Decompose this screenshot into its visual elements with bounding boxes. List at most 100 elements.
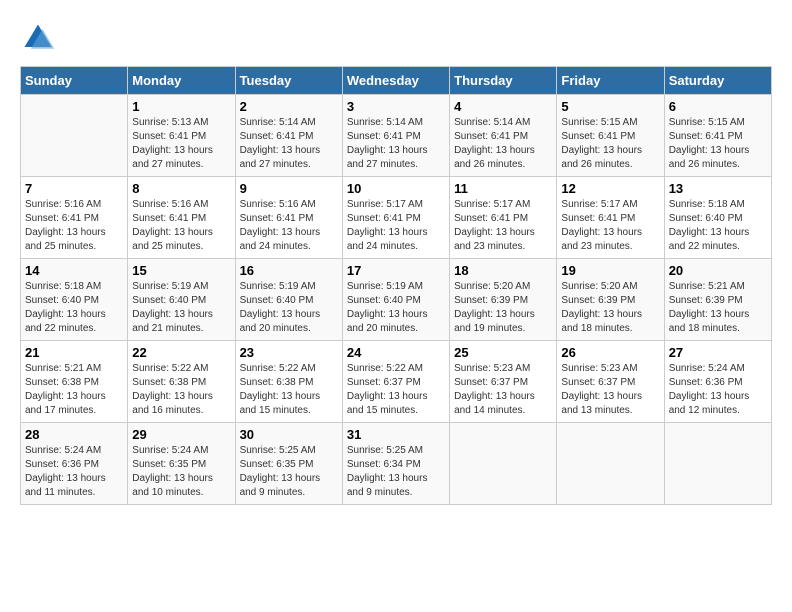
day-number: 13 [669, 181, 767, 196]
day-info: Sunrise: 5:16 AM Sunset: 6:41 PM Dayligh… [240, 198, 338, 254]
calendar-cell: 29 Sunrise: 5:24 AM Sunset: 6:35 PM Dayli… [128, 423, 235, 505]
weekday-header: Friday [557, 67, 664, 95]
day-info: Sunrise: 5:25 AM Sunset: 6:35 PM Dayligh… [240, 444, 338, 500]
weekday-header: Saturday [664, 67, 771, 95]
calendar-cell [557, 423, 664, 505]
day-info: Sunrise: 5:15 AM Sunset: 6:41 PM Dayligh… [669, 116, 767, 172]
calendar-header: SundayMondayTuesdayWednesdayThursdayFrid… [21, 67, 772, 95]
calendar-cell: 26 Sunrise: 5:23 AM Sunset: 6:37 PM Dayli… [557, 341, 664, 423]
weekday-header: Thursday [450, 67, 557, 95]
calendar-cell: 28Sunrise: 5:24 AM Sunset: 6:36 PM Dayli… [21, 423, 128, 505]
day-number: 2 [240, 99, 338, 114]
calendar-week-row: 1 Sunrise: 5:13 AM Sunset: 6:41 PM Daylig… [21, 95, 772, 177]
day-number: 6 [669, 99, 767, 114]
day-info: Sunrise: 5:19 AM Sunset: 6:40 PM Dayligh… [347, 280, 445, 336]
calendar-cell: 16 Sunrise: 5:19 AM Sunset: 6:40 PM Dayli… [235, 259, 342, 341]
calendar-cell: 24 Sunrise: 5:22 AM Sunset: 6:37 PM Dayli… [342, 341, 449, 423]
calendar-cell: 7 Sunrise: 5:16 AM Sunset: 6:41 PM Daylig… [21, 177, 128, 259]
day-info: Sunrise: 5:16 AM Sunset: 6:41 PM Dayligh… [25, 198, 123, 254]
day-info: Sunrise: 5:24 AM Sunset: 6:36 PM Dayligh… [669, 362, 767, 418]
day-number: 9 [240, 181, 338, 196]
day-info: Sunrise: 5:17 AM Sunset: 6:41 PM Dayligh… [347, 198, 445, 254]
calendar-week-row: 7 Sunrise: 5:16 AM Sunset: 6:41 PM Daylig… [21, 177, 772, 259]
day-info: Sunrise: 5:23 AM Sunset: 6:37 PM Dayligh… [454, 362, 552, 418]
calendar-body: 1 Sunrise: 5:13 AM Sunset: 6:41 PM Daylig… [21, 95, 772, 505]
calendar-week-row: 28Sunrise: 5:24 AM Sunset: 6:36 PM Dayli… [21, 423, 772, 505]
day-info: Sunrise: 5:20 AM Sunset: 6:39 PM Dayligh… [561, 280, 659, 336]
calendar-cell: 1 Sunrise: 5:13 AM Sunset: 6:41 PM Daylig… [128, 95, 235, 177]
day-info: Sunrise: 5:21 AM Sunset: 6:38 PM Dayligh… [25, 362, 123, 418]
day-info: Sunrise: 5:24 AM Sunset: 6:36 PM Dayligh… [25, 444, 123, 500]
day-info: Sunrise: 5:16 AM Sunset: 6:41 PM Dayligh… [132, 198, 230, 254]
calendar-week-row: 14 Sunrise: 5:18 AM Sunset: 6:40 PM Dayli… [21, 259, 772, 341]
calendar-cell: 12 Sunrise: 5:17 AM Sunset: 6:41 PM Dayli… [557, 177, 664, 259]
page-header [20, 20, 772, 56]
weekday-header: Wednesday [342, 67, 449, 95]
day-number: 19 [561, 263, 659, 278]
day-number: 31 [347, 427, 445, 442]
day-number: 1 [132, 99, 230, 114]
day-info: Sunrise: 5:22 AM Sunset: 6:37 PM Dayligh… [347, 362, 445, 418]
day-number: 26 [561, 345, 659, 360]
calendar-cell [664, 423, 771, 505]
calendar-cell: 25Sunrise: 5:23 AM Sunset: 6:37 PM Dayli… [450, 341, 557, 423]
day-number: 14 [25, 263, 123, 278]
calendar-cell: 20 Sunrise: 5:21 AM Sunset: 6:39 PM Dayli… [664, 259, 771, 341]
day-info: Sunrise: 5:13 AM Sunset: 6:41 PM Dayligh… [132, 116, 230, 172]
day-info: Sunrise: 5:18 AM Sunset: 6:40 PM Dayligh… [25, 280, 123, 336]
day-info: Sunrise: 5:19 AM Sunset: 6:40 PM Dayligh… [132, 280, 230, 336]
calendar-cell: 15 Sunrise: 5:19 AM Sunset: 6:40 PM Dayli… [128, 259, 235, 341]
calendar-cell: 9 Sunrise: 5:16 AM Sunset: 6:41 PM Daylig… [235, 177, 342, 259]
calendar-cell: 22 Sunrise: 5:22 AM Sunset: 6:38 PM Dayli… [128, 341, 235, 423]
calendar-cell [21, 95, 128, 177]
day-info: Sunrise: 5:22 AM Sunset: 6:38 PM Dayligh… [132, 362, 230, 418]
calendar-cell: 27 Sunrise: 5:24 AM Sunset: 6:36 PM Dayli… [664, 341, 771, 423]
calendar-cell: 31 Sunrise: 5:25 AM Sunset: 6:34 PM Dayli… [342, 423, 449, 505]
day-number: 8 [132, 181, 230, 196]
calendar-cell: 3 Sunrise: 5:14 AM Sunset: 6:41 PM Daylig… [342, 95, 449, 177]
day-info: Sunrise: 5:14 AM Sunset: 6:41 PM Dayligh… [347, 116, 445, 172]
day-info: Sunrise: 5:22 AM Sunset: 6:38 PM Dayligh… [240, 362, 338, 418]
day-number: 10 [347, 181, 445, 196]
calendar-cell: 17Sunrise: 5:19 AM Sunset: 6:40 PM Dayli… [342, 259, 449, 341]
day-info: Sunrise: 5:14 AM Sunset: 6:41 PM Dayligh… [454, 116, 552, 172]
calendar-cell: 19 Sunrise: 5:20 AM Sunset: 6:39 PM Dayli… [557, 259, 664, 341]
day-info: Sunrise: 5:24 AM Sunset: 6:35 PM Dayligh… [132, 444, 230, 500]
day-number: 15 [132, 263, 230, 278]
day-number: 11 [454, 181, 552, 196]
day-info: Sunrise: 5:25 AM Sunset: 6:34 PM Dayligh… [347, 444, 445, 500]
day-info: Sunrise: 5:17 AM Sunset: 6:41 PM Dayligh… [561, 198, 659, 254]
day-number: 12 [561, 181, 659, 196]
calendar-cell: 2 Sunrise: 5:14 AM Sunset: 6:41 PM Daylig… [235, 95, 342, 177]
calendar-cell: 11Sunrise: 5:17 AM Sunset: 6:41 PM Dayli… [450, 177, 557, 259]
day-number: 20 [669, 263, 767, 278]
day-info: Sunrise: 5:19 AM Sunset: 6:40 PM Dayligh… [240, 280, 338, 336]
day-number: 21 [25, 345, 123, 360]
day-number: 27 [669, 345, 767, 360]
day-number: 29 [132, 427, 230, 442]
calendar-cell: 14 Sunrise: 5:18 AM Sunset: 6:40 PM Dayli… [21, 259, 128, 341]
day-number: 23 [240, 345, 338, 360]
day-number: 30 [240, 427, 338, 442]
day-number: 22 [132, 345, 230, 360]
day-info: Sunrise: 5:21 AM Sunset: 6:39 PM Dayligh… [669, 280, 767, 336]
calendar-cell: 4Sunrise: 5:14 AM Sunset: 6:41 PM Daylig… [450, 95, 557, 177]
day-info: Sunrise: 5:14 AM Sunset: 6:41 PM Dayligh… [240, 116, 338, 172]
calendar-table: SundayMondayTuesdayWednesdayThursdayFrid… [20, 66, 772, 505]
day-number: 3 [347, 99, 445, 114]
calendar-cell: 30 Sunrise: 5:25 AM Sunset: 6:35 PM Dayli… [235, 423, 342, 505]
weekday-header: Tuesday [235, 67, 342, 95]
day-info: Sunrise: 5:23 AM Sunset: 6:37 PM Dayligh… [561, 362, 659, 418]
day-number: 24 [347, 345, 445, 360]
calendar-cell: 6 Sunrise: 5:15 AM Sunset: 6:41 PM Daylig… [664, 95, 771, 177]
day-number: 7 [25, 181, 123, 196]
logo [20, 20, 62, 56]
calendar-cell: 13Sunrise: 5:18 AM Sunset: 6:40 PM Dayli… [664, 177, 771, 259]
day-number: 16 [240, 263, 338, 278]
calendar-cell: 23 Sunrise: 5:22 AM Sunset: 6:38 PM Dayli… [235, 341, 342, 423]
calendar-cell: 8 Sunrise: 5:16 AM Sunset: 6:41 PM Daylig… [128, 177, 235, 259]
calendar-cell: 18Sunrise: 5:20 AM Sunset: 6:39 PM Dayli… [450, 259, 557, 341]
weekday-header: Sunday [21, 67, 128, 95]
day-number: 18 [454, 263, 552, 278]
calendar-week-row: 21 Sunrise: 5:21 AM Sunset: 6:38 PM Dayli… [21, 341, 772, 423]
